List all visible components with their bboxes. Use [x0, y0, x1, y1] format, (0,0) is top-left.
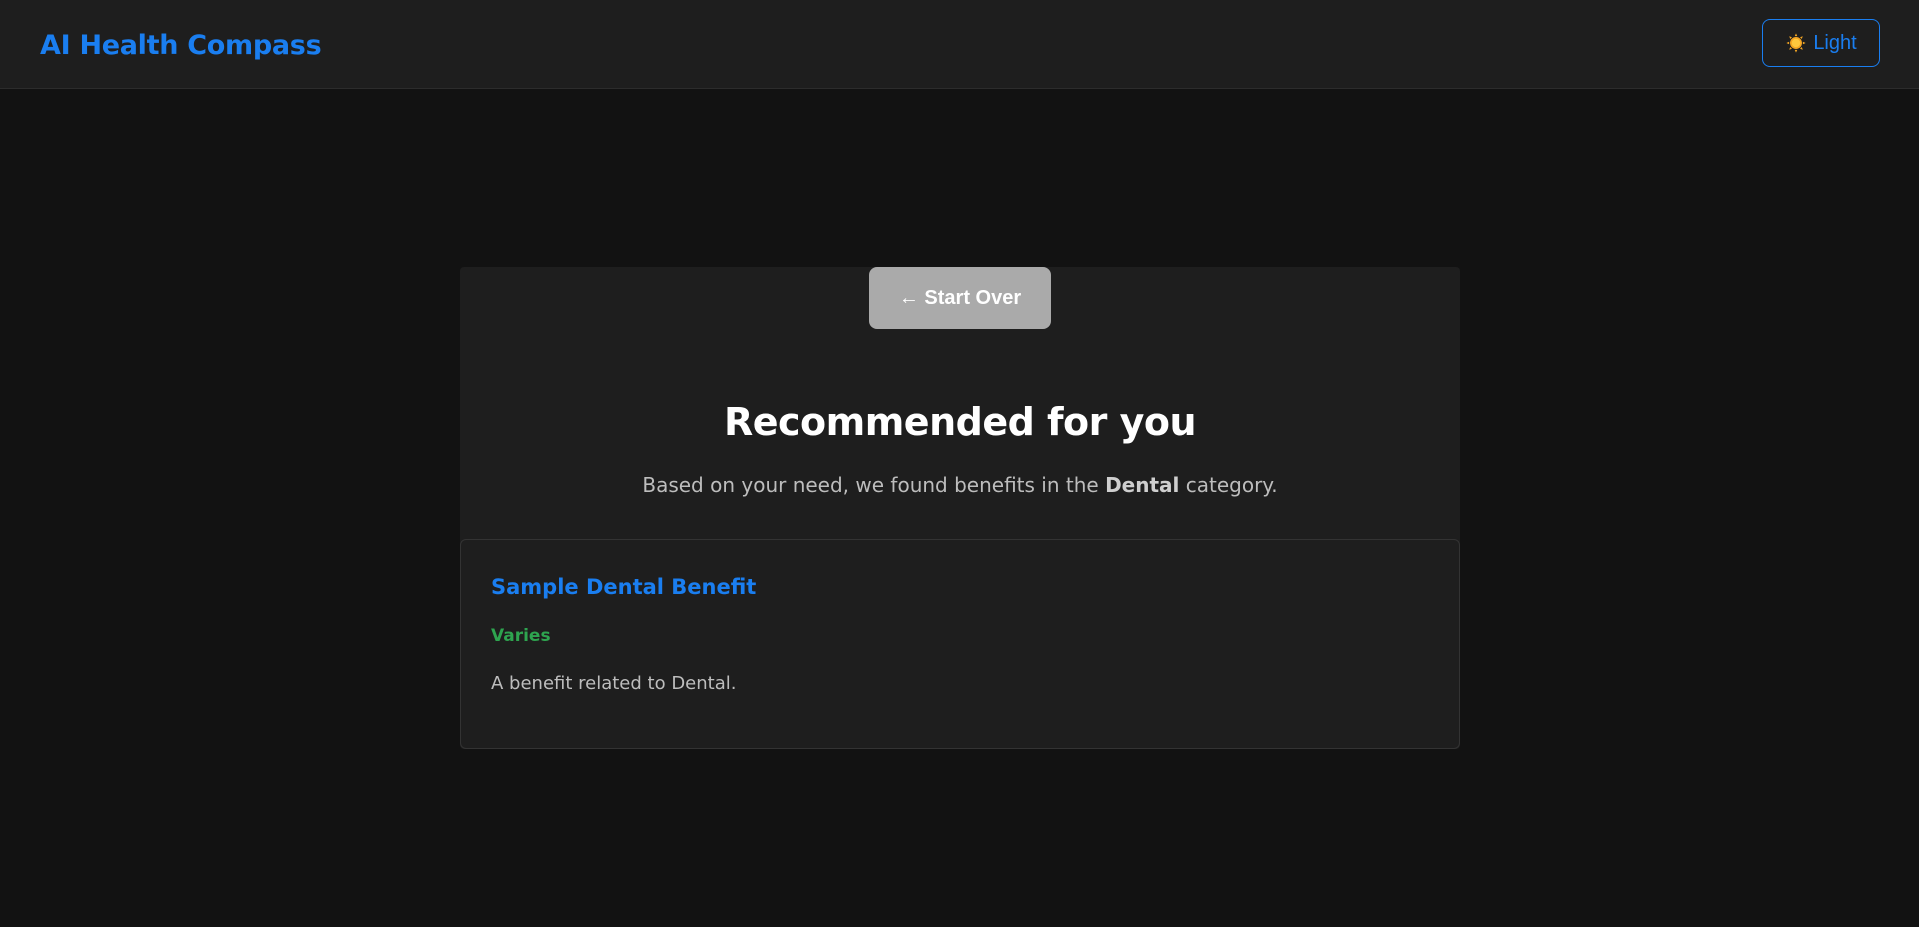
category-name: Dental: [1105, 473, 1180, 497]
page-title: Recommended for you: [723, 400, 1197, 444]
subtitle-prefix: Based on your need, we found benefits in…: [642, 473, 1106, 497]
benefit-description: A benefit related to Dental.: [491, 673, 737, 694]
benefit-title[interactable]: Sample Dental Benefit: [491, 572, 756, 602]
subtitle-suffix: category.: [1179, 473, 1278, 497]
sun-icon: [1786, 33, 1806, 53]
app-header: AI Health Compass Light: [0, 0, 1919, 89]
theme-toggle-label: Light: [1813, 31, 1857, 54]
app-brand[interactable]: AI Health Compass: [40, 28, 322, 64]
theme-toggle-button[interactable]: Light: [1762, 19, 1880, 67]
benefit-amount: Varies: [491, 626, 551, 646]
benefit-card: Sample Dental Benefit Varies A benefit r…: [460, 539, 1460, 749]
start-over-button[interactable]: ← Start Over: [869, 267, 1051, 329]
results-subtitle: Based on your need, we found benefits in…: [460, 471, 1460, 499]
